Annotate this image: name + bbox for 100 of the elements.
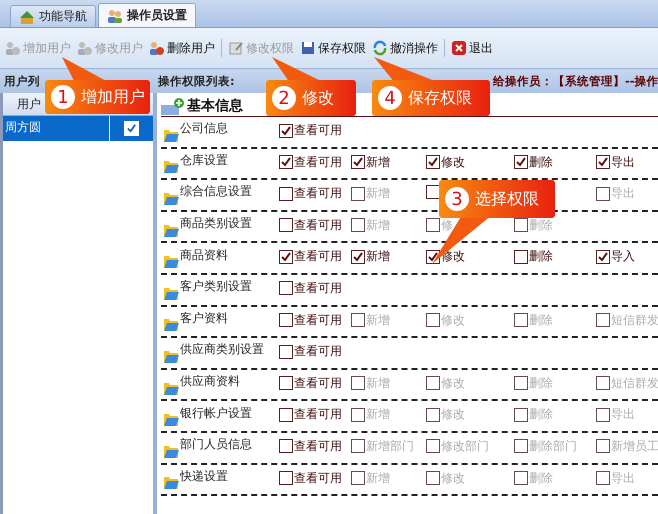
- permission-name: 客户类别设置: [180, 278, 252, 296]
- checkbox[interactable]: [426, 185, 440, 200]
- toolbar-icon: [372, 40, 388, 56]
- checkbox[interactable]: [596, 250, 610, 264]
- toolbar-button[interactable]: 删除用户: [146, 40, 218, 56]
- checkbox[interactable]: [514, 155, 528, 170]
- permission-name: 公司信息: [180, 120, 228, 138]
- toolbar-button[interactable]: 保存权限: [297, 40, 369, 56]
- user-row[interactable]: 周方圆: [3, 116, 153, 141]
- checkbox[interactable]: [279, 344, 293, 359]
- checkbox-label: 删除: [529, 154, 553, 171]
- checkbox-label: 新增部门: [366, 438, 414, 455]
- checkbox-label: 修改: [441, 406, 465, 424]
- checkbox-label: 查看可用: [294, 216, 342, 234]
- toolbar-button[interactable]: 撤消操作: [369, 40, 441, 56]
- checkbox-label: 修改: [441, 312, 465, 329]
- folder-icon: [163, 253, 179, 270]
- checkbox[interactable]: [279, 155, 293, 170]
- checkbox-label: 删除部门: [529, 438, 577, 455]
- checkbox-label: 修: [441, 216, 453, 234]
- checkbox-label: 删除: [529, 312, 553, 329]
- operator-label: 给操作员：【系统管理】--操作: [493, 74, 658, 89]
- permission-name: 银行帐户设置: [180, 404, 252, 422]
- checkbox-label: 新增: [366, 154, 390, 171]
- checkbox-label: 查看可用: [294, 406, 342, 424]
- folder-icon: [163, 411, 179, 428]
- permission-name: 供应商资料: [180, 373, 240, 390]
- users-icon: [107, 8, 123, 24]
- checkbox-label: 删除: [529, 470, 553, 487]
- checkbox-label: 新增: [366, 312, 390, 329]
- permission-name: 综合信息设置: [180, 183, 252, 200]
- callout-label: 增加用户: [81, 86, 145, 108]
- checkbox-label: 导出: [611, 185, 635, 202]
- checkbox[interactable]: [596, 155, 610, 170]
- checkbox[interactable]: [279, 186, 293, 201]
- checkbox-label: 查看可用: [294, 374, 342, 392]
- checkbox-label: 修改: [441, 470, 465, 487]
- permission-name: 商品资料: [180, 246, 228, 264]
- home-icon: [19, 8, 35, 24]
- checkbox-label: 查看可用: [294, 343, 342, 360]
- checkbox-label: 导出: [611, 154, 635, 171]
- checkbox[interactable]: [279, 124, 293, 138]
- checkbox-label: 查看可用: [294, 438, 342, 455]
- section-title: 基本信息: [187, 97, 243, 115]
- checkbox[interactable]: [351, 250, 365, 264]
- toolbar-button[interactable]: 退出: [448, 40, 496, 56]
- checkbox-label: 查看可用: [294, 470, 342, 487]
- folder-add-icon: [161, 97, 185, 115]
- checkbox-label: 新增: [366, 185, 390, 202]
- checkbox-label: 查看可用: [294, 154, 342, 171]
- checkbox-label: 查看可用: [294, 248, 342, 266]
- checkbox[interactable]: [279, 408, 293, 422]
- callout-label: 保存权限: [408, 88, 472, 108]
- permission-name: 客户资料: [180, 310, 228, 327]
- tab[interactable]: 操作员设置: [98, 3, 196, 27]
- checkbox-label: 删除: [529, 406, 553, 424]
- permission-name: 供应商类别设置: [180, 341, 264, 358]
- checkbox[interactable]: [514, 250, 528, 264]
- checkbox-label: 删除: [529, 248, 553, 266]
- toolbar-icon: [451, 40, 467, 56]
- callout-label: 修改: [302, 88, 334, 108]
- toolbar-icon: [149, 40, 165, 56]
- folder-icon: [163, 316, 179, 332]
- toolbar-icon: [77, 40, 93, 56]
- checkbox[interactable]: [351, 155, 365, 170]
- checkbox-label: 新增: [366, 406, 390, 424]
- checkbox[interactable]: [279, 313, 293, 328]
- checkbox[interactable]: [279, 281, 293, 296]
- permission-name: 商品类别设置: [180, 215, 252, 232]
- permission-name: 仓库设置: [180, 152, 228, 169]
- checkbox-label: 查看可用: [294, 312, 342, 329]
- callout-label: 选择权限: [475, 188, 539, 210]
- checkbox[interactable]: [279, 439, 293, 454]
- checkbox-label: 删除: [529, 374, 553, 392]
- toolbar-icon: [5, 40, 21, 56]
- permissions-list-title: 操作权限列表:: [158, 74, 235, 89]
- toolbar-icon: [300, 40, 316, 56]
- checkbox[interactable]: [279, 218, 293, 232]
- checkbox[interactable]: [426, 155, 440, 170]
- user-name: 周方圆: [3, 116, 110, 141]
- permission-name: 快递设置: [180, 468, 228, 485]
- checkbox-label: 查看可用: [294, 185, 342, 202]
- checkbox[interactable]: [279, 250, 293, 264]
- checkbox-label: 修改部门: [441, 438, 489, 455]
- checkbox-label: 导出: [611, 406, 635, 424]
- checkbox-label: 新增: [366, 470, 390, 487]
- checkbox-label: 新增: [366, 248, 390, 266]
- checkbox-label: 新增员工: [611, 438, 658, 455]
- checkbox[interactable]: [279, 376, 293, 390]
- checkbox-label: 删除: [529, 216, 553, 234]
- users-list-title: 用户列: [4, 74, 40, 89]
- checkbox-label: 修改: [441, 374, 465, 392]
- checkbox-label: 查看可用: [294, 122, 342, 139]
- checkbox-label: 查看可用: [294, 280, 342, 297]
- checkbox-label: 新增: [366, 216, 390, 234]
- checkbox[interactable]: [279, 471, 293, 486]
- folder-icon: [163, 474, 179, 490]
- checkbox-label: 修改: [441, 154, 465, 171]
- toolbar-icon: [228, 40, 244, 56]
- tab[interactable]: 功能导航: [10, 5, 96, 27]
